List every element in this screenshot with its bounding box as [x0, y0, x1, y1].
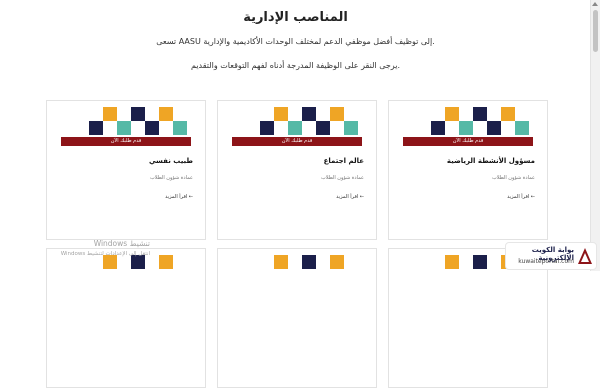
pattern-square	[515, 121, 529, 135]
pattern-square	[445, 107, 459, 121]
site-logo: بوابة الكويت الإلكترونية kuwaiteportal.c…	[505, 242, 597, 270]
intro-text: .إلى توظيف أفضل موظفي الدعم لمختلف الوحد…	[156, 37, 435, 46]
pattern-square	[103, 107, 117, 121]
scrollbar[interactable]	[590, 0, 600, 271]
pattern-square	[288, 121, 302, 135]
pattern-square	[501, 107, 515, 121]
read-more-link[interactable]: ← اقرأ المزيد	[336, 194, 364, 200]
logo-mark-icon	[578, 248, 592, 264]
job-card[interactable]: قدم طلبك الآن مسؤول الأنشطة الرياضية عما…	[388, 100, 548, 240]
apply-now-band[interactable]: قدم طلبك الآن	[403, 137, 533, 146]
pattern-square	[89, 121, 103, 135]
pattern-square	[302, 255, 316, 269]
windows-activation-hint: انتقل إلى الإعدادات لتنشيط Windows	[60, 251, 150, 257]
pattern-square	[445, 255, 459, 269]
job-card[interactable]: قدم طلبك الآن طبيب نفسي عمادة شؤون الطلا…	[46, 100, 206, 240]
job-title[interactable]: عالم اجتماع	[324, 157, 364, 165]
instruction-text: .يرجى النقر على الوظيفة المدرجة أدناه لف…	[191, 61, 400, 70]
page-title: المناصب الإدارية	[243, 10, 348, 25]
job-department: عمادة شؤون الطلاب	[492, 175, 535, 181]
pattern-square	[302, 107, 316, 121]
pattern-square	[473, 107, 487, 121]
job-card[interactable]	[46, 248, 206, 388]
pattern-square	[117, 121, 131, 135]
pattern-square	[103, 255, 117, 269]
pattern-square	[459, 121, 473, 135]
read-more-link[interactable]: ← اقرأ المزيد	[165, 194, 193, 200]
job-card[interactable]	[217, 248, 377, 388]
pattern-square	[173, 121, 187, 135]
pattern-square	[145, 121, 159, 135]
pattern-square	[431, 121, 445, 135]
pattern-square	[131, 255, 145, 269]
pattern-square	[316, 121, 330, 135]
job-department: عمادة شؤون الطلاب	[321, 175, 364, 181]
job-card[interactable]: قدم طلبك الآن عالم اجتماع عمادة شؤون الط…	[217, 100, 377, 240]
pattern-square	[159, 107, 173, 121]
job-title[interactable]: مسؤول الأنشطة الرياضية	[447, 157, 535, 165]
apply-now-band[interactable]: قدم طلبك الآن	[232, 137, 362, 146]
logo-english-text: kuwaiteportal.com	[518, 258, 574, 265]
pattern-square	[473, 255, 487, 269]
pattern-square	[330, 255, 344, 269]
read-more-link[interactable]: ← اقرأ المزيد	[507, 194, 535, 200]
job-title[interactable]: طبيب نفسي	[149, 157, 193, 165]
pattern-square	[159, 255, 173, 269]
windows-activation-title: تنشيط Windows	[93, 239, 150, 248]
pattern-square	[487, 121, 501, 135]
pattern-square	[274, 107, 288, 121]
pattern-square	[260, 121, 274, 135]
scroll-up-arrow-icon[interactable]	[592, 2, 598, 6]
pattern-square	[274, 255, 288, 269]
pattern-square	[131, 107, 145, 121]
pattern-square	[344, 121, 358, 135]
scrollbar-thumb[interactable]	[593, 10, 598, 52]
job-department: عمادة شؤون الطلاب	[150, 175, 193, 181]
apply-now-band[interactable]: قدم طلبك الآن	[61, 137, 191, 146]
pattern-square	[330, 107, 344, 121]
